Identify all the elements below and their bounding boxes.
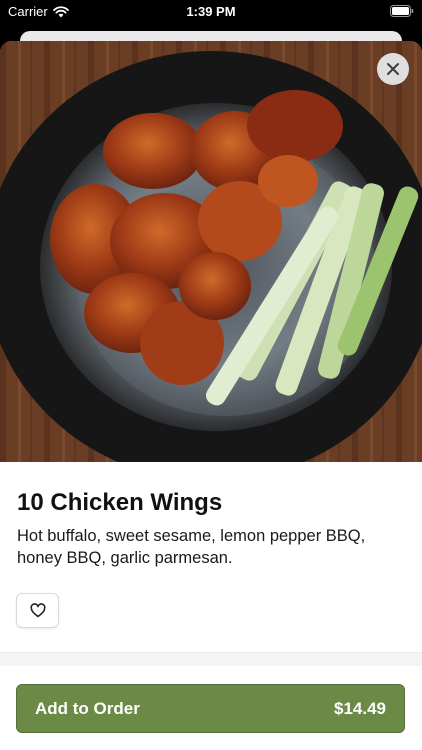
- add-to-order-button[interactable]: Add to Order $14.49: [16, 684, 405, 733]
- close-icon: [387, 63, 399, 75]
- product-image: [0, 41, 422, 462]
- item-detail-sheet: 10 Chicken Wings Hot buffalo, sweet sesa…: [0, 41, 422, 750]
- order-footer: Add to Order $14.49: [0, 666, 422, 750]
- favorite-button[interactable]: [16, 593, 59, 628]
- heart-icon: [30, 603, 45, 618]
- product-title: 10 Chicken Wings: [17, 489, 223, 516]
- close-button[interactable]: [377, 53, 409, 85]
- battery-icon: [390, 5, 414, 17]
- wings-photo: [0, 41, 422, 462]
- status-time: 1:39 PM: [186, 4, 236, 19]
- product-description: Hot buffalo, sweet sesame, lemon pepper …: [17, 527, 366, 567]
- price-label: $14.49: [334, 698, 386, 718]
- status-bar: Carrier 1:39 PM: [0, 0, 422, 24]
- add-to-order-label: Add to Order: [35, 698, 140, 718]
